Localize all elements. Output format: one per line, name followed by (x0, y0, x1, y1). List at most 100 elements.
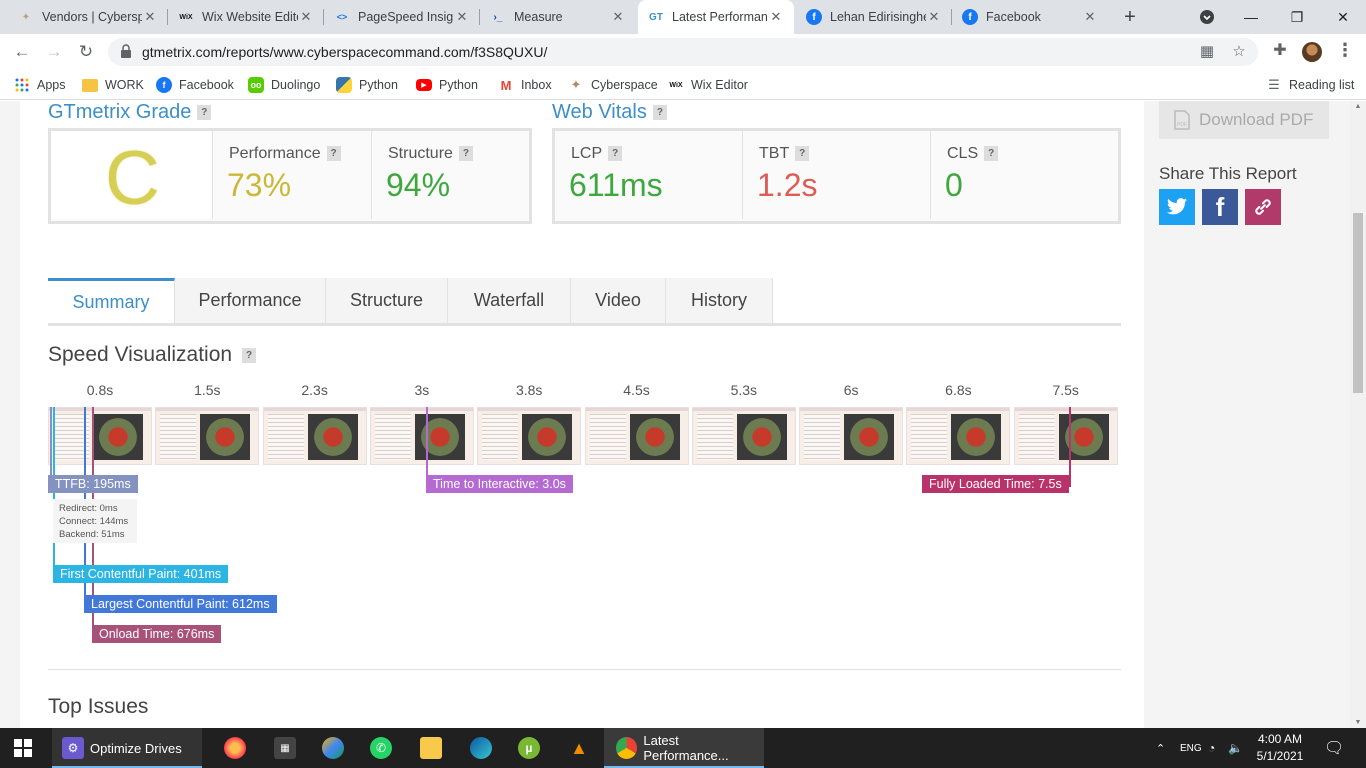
bookmark-apps[interactable]: Apps (14, 76, 66, 94)
filmstrip-frame[interactable] (799, 407, 904, 465)
filmstrip-frame[interactable] (691, 407, 796, 465)
help-icon[interactable]: ? (984, 146, 999, 162)
bookmark-cyberspace[interactable]: ✦ Cyberspace (568, 76, 658, 94)
share-twitter-button[interactable] (1159, 189, 1195, 225)
close-icon[interactable]: ✕ (142, 9, 158, 25)
taskbar-paint[interactable] (322, 728, 344, 768)
bookmark-python[interactable]: Python (336, 76, 398, 94)
minimize-button[interactable]: — (1228, 0, 1274, 34)
tab-title: Wix Website Edito (202, 10, 298, 24)
avatar[interactable] (1302, 42, 1322, 62)
reading-list-button[interactable]: ☰ Reading list (1266, 76, 1354, 94)
section-title: Web Vitals (552, 101, 647, 123)
url-text[interactable]: gtmetrix.com/reports/www.cyberspacecomma… (142, 44, 547, 60)
filmstrip-frame[interactable] (477, 407, 582, 465)
help-icon[interactable]: ? (197, 105, 212, 121)
reload-icon[interactable]: ↻ (74, 40, 98, 64)
wix-icon: WiX (179, 13, 193, 21)
browser-tab-pagespeed[interactable]: <> PageSpeed Insigh ✕ (324, 0, 480, 34)
filmstrip-frame[interactable] (906, 407, 1011, 465)
share-facebook-button[interactable]: f (1202, 189, 1238, 225)
scrollbar-thumb[interactable] (1353, 213, 1363, 393)
back-icon[interactable]: ← (10, 40, 34, 64)
tab-search-icon[interactable] (1184, 0, 1230, 34)
help-icon[interactable]: ? (795, 146, 810, 162)
bookmark-duolingo[interactable]: oo Duolingo (248, 76, 320, 94)
taskbar-whatsapp[interactable]: ✆ (370, 728, 392, 768)
help-icon[interactable]: ? (326, 146, 341, 162)
language-indicator[interactable]: ENG (1180, 728, 1202, 768)
close-icon[interactable]: ✕ (610, 9, 626, 25)
tab-title: Measure (514, 10, 563, 24)
tab-performance[interactable]: Performance (175, 278, 326, 323)
close-icon[interactable]: ✕ (768, 9, 784, 25)
volume-icon[interactable]: 🔈 (1228, 728, 1243, 768)
download-pdf-button[interactable]: PDF Download PDF (1159, 101, 1329, 139)
bookmark-facebook[interactable]: f Facebook (156, 76, 234, 94)
help-icon[interactable]: ? (608, 146, 623, 162)
help-icon[interactable]: ? (652, 105, 667, 121)
close-icon[interactable]: ✕ (926, 9, 942, 25)
browser-tab-lehan[interactable]: f Lehan Edirisinghe ✕ (796, 0, 952, 34)
start-button[interactable] (14, 728, 32, 768)
filmstrip-frame[interactable] (155, 407, 260, 465)
youtube-icon: ▶ (416, 79, 432, 91)
scroll-down-arrow-icon[interactable]: ▼ (1353, 719, 1363, 726)
system-clock[interactable]: 4:00 AM 5/1/2021 (1250, 731, 1310, 765)
address-bar[interactable]: gtmetrix.com/reports/www.cyberspacecomma… (108, 38, 1258, 66)
twitter-icon (1166, 198, 1188, 215)
tab-waterfall[interactable]: Waterfall (448, 278, 571, 323)
taskbar-calculator[interactable]: ▦ (274, 728, 296, 768)
page-scrollbar[interactable]: ▲ ▼ (1350, 101, 1366, 728)
bookmark-star-icon[interactable]: ☆ (1230, 43, 1248, 61)
browser-tab-wix[interactable]: WiX Wix Website Edito ✕ (168, 0, 324, 34)
browser-tab-measure[interactable]: ›_ Measure ✕ (480, 0, 636, 34)
filmstrip-frame[interactable] (369, 407, 474, 465)
show-hidden-icons-button[interactable]: ⌃ (1156, 728, 1165, 768)
folder-icon (420, 737, 442, 759)
bookmark-wix-editor[interactable]: WiX Wix Editor (668, 76, 748, 94)
bookmark-work[interactable]: WORK (82, 76, 144, 94)
filmstrip-time-label: 0.8s (86, 382, 114, 398)
forward-icon[interactable]: → (42, 40, 66, 64)
browser-tab-vendors[interactable]: ✦ Vendors | Cybersp ✕ (8, 0, 168, 34)
tab-history[interactable]: History (666, 278, 773, 323)
bookmark-inbox[interactable]: M Inbox (498, 76, 552, 94)
bookmark-label: Python (359, 78, 398, 92)
close-icon[interactable]: ✕ (454, 9, 470, 25)
performance-value: 73% (227, 167, 292, 203)
tab-title: Lehan Edirisinghe (830, 10, 926, 24)
close-icon[interactable]: ✕ (1082, 9, 1098, 25)
tab-structure[interactable]: Structure (326, 278, 448, 323)
help-icon[interactable]: ? (458, 146, 473, 162)
extensions-icon[interactable]: ✚ (1270, 40, 1290, 60)
taskbar-firefox[interactable] (224, 728, 246, 768)
new-tab-button[interactable]: + (1118, 5, 1142, 29)
close-icon[interactable]: ✕ (298, 9, 314, 25)
filmstrip-frame[interactable] (584, 407, 689, 465)
taskbar-utorrent[interactable]: µ (518, 728, 540, 768)
filmstrip-frame[interactable] (262, 407, 367, 465)
taskbar-vlc[interactable]: ▲ (568, 728, 590, 768)
bookmark-python-youtube[interactable]: ▶ Python (416, 76, 478, 94)
close-window-button[interactable]: ✕ (1320, 0, 1366, 34)
help-icon[interactable]: ? (242, 347, 257, 363)
restore-button[interactable]: ❐ (1274, 0, 1320, 34)
taskbar-edge[interactable] (470, 728, 492, 768)
taskbar-optimize-drives[interactable]: ⚙ Optimize Drives (52, 728, 202, 768)
taskbar-chrome-window[interactable]: Latest Performance... (604, 728, 764, 768)
notifications-icon[interactable]: 🗨 (1324, 728, 1344, 768)
scroll-up-arrow-icon[interactable]: ▲ (1353, 103, 1363, 110)
browser-tab-gtmetrix[interactable]: GT Latest Performanc ✕ (638, 0, 794, 34)
browser-tab-facebook[interactable]: f Facebook ✕ (952, 0, 1108, 34)
filmstrip-frame[interactable] (1013, 407, 1118, 465)
browser-menu-icon[interactable]: ⋮ (1336, 40, 1354, 62)
filmstrip-frame[interactable] (48, 407, 152, 465)
taskbar-file-explorer[interactable] (420, 728, 442, 768)
qr-share-icon[interactable]: ▦ (1198, 43, 1216, 61)
tab-summary[interactable]: Summary (48, 278, 175, 323)
share-link-button[interactable] (1245, 189, 1281, 225)
tab-video[interactable]: Video (571, 278, 666, 323)
network-icon[interactable]: ◔ (1208, 728, 1215, 768)
speed-visualization-heading: Speed Visualization? (48, 343, 257, 367)
